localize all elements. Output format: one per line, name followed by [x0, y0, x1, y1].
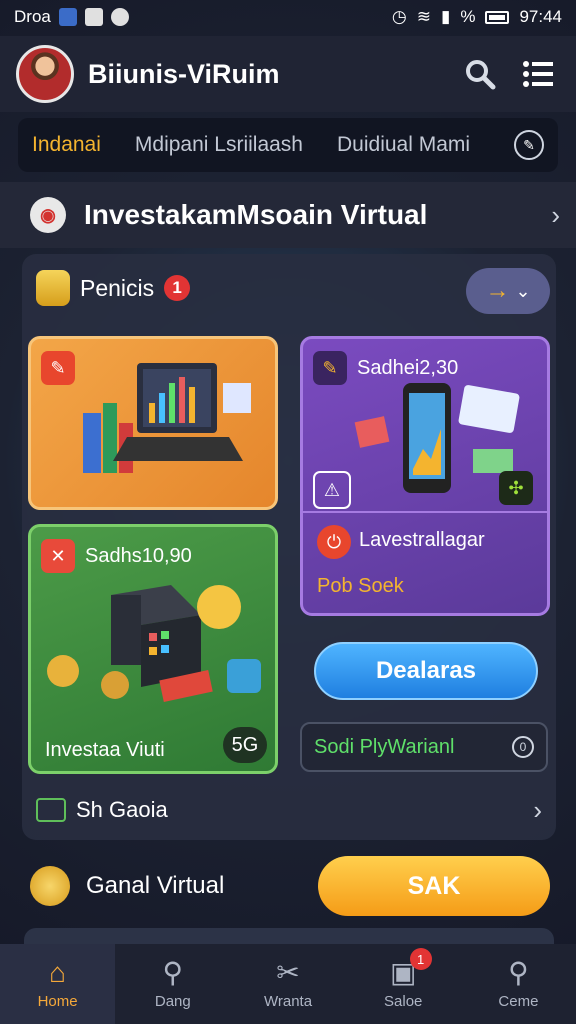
panel-footer-label: Sh Gaoia: [76, 797, 168, 822]
chevron-right-icon[interactable]: ›: [533, 795, 542, 826]
edit-icon[interactable]: ✎: [514, 130, 544, 160]
nav-label: Ceme: [498, 992, 539, 1010]
section-title: InvestakamMsoain Virtual: [84, 199, 428, 230]
search-icon[interactable]: [458, 52, 502, 96]
search-icon: ⚲: [508, 956, 529, 988]
nav-label: Saloe: [384, 992, 423, 1010]
signal-icon: ▮: [440, 7, 451, 26]
info-icon[interactable]: 0: [512, 736, 534, 758]
nav-item-saloe[interactable]: ▣ 1 Saloe: [346, 944, 461, 1024]
status-field[interactable]: Sodi PlyWarianl 0: [300, 722, 548, 772]
nav-label: Home: [37, 992, 78, 1010]
expand-button[interactable]: → ⌄: [466, 268, 550, 314]
home-icon: ⌂: [49, 956, 67, 988]
tab-bar: Indanai Mdipani Lsriilaash Duidiual Mami…: [18, 118, 558, 172]
app-title: Biiunis-ViRuim: [88, 58, 280, 89]
tab-indanai[interactable]: Indanai: [32, 133, 101, 157]
coins-icon: [36, 270, 70, 306]
laptop-chart-illustration: [83, 363, 251, 473]
nav-item-wranta[interactable]: ✂ Wranta: [230, 944, 345, 1024]
deals-button[interactable]: Dealaras: [314, 642, 538, 700]
card-mobile-label: Sadhei2,30: [357, 357, 459, 379]
power-icon: ⏻: [317, 525, 351, 559]
panel-header: Penicis 1: [36, 270, 191, 306]
promo-title: Ganal Virtual: [86, 872, 225, 899]
status-carrier-text: Droa: [14, 7, 51, 26]
card-investment-caption: Investaa Viuti: [45, 739, 165, 761]
nav-item-dang[interactable]: ⚲ Dang: [115, 944, 230, 1024]
nav-item-home[interactable]: ⌂ Home: [0, 944, 116, 1024]
close-icon: ✕: [41, 539, 75, 573]
wifi-icon: ≋: [416, 7, 431, 26]
pencil-icon: ✎: [313, 351, 347, 385]
status-bar: Droa ◷ ≋ ▮ % 97:44: [0, 0, 576, 34]
card-investment-tag: 5G: [223, 727, 267, 763]
card-investment[interactable]: ✕ Sadhs10,90 Investaa Viuti 5G: [28, 524, 278, 774]
tab-mdipani[interactable]: Mdipani Lsriilaash: [135, 133, 303, 157]
ask-button[interactable]: SAK: [318, 856, 550, 916]
tools-icon: ✂: [276, 956, 300, 988]
nav-item-ceme[interactable]: ⚲ Ceme: [461, 944, 576, 1024]
status-field-text: Sodi PlyWarianl: [314, 735, 455, 758]
card-divider: [303, 511, 547, 513]
card-analytics[interactable]: ✎: [28, 336, 278, 510]
section-header[interactable]: ◉ InvestakamMsoain Virtual ›: [0, 182, 576, 248]
chevron-down-icon: ⌄: [515, 280, 531, 301]
warning-icon: ⚠: [313, 471, 351, 509]
tab-duidiual[interactable]: Duidiual Mami: [337, 133, 470, 157]
arrow-right-icon: →: [485, 277, 510, 304]
puzzle-icon: ✣: [499, 471, 533, 505]
nav-badge: 1: [409, 948, 432, 970]
folder-icon: [36, 798, 66, 822]
search-icon: ⚲: [162, 956, 184, 988]
nav-label: Dang: [154, 992, 191, 1010]
battery-icon: [485, 10, 510, 24]
panel-footer[interactable]: Sh Gaoia ›: [36, 792, 542, 828]
card-mobile[interactable]: ✎ Sadhei2,30 ⚠ ✣ ⏻ Lavestrallagar Pob So…: [300, 336, 550, 616]
battery-percent: %: [460, 7, 476, 26]
card-mobile-subtitle: Lavestrallagar: [359, 529, 485, 551]
nav-label: Wranta: [263, 992, 313, 1010]
notification-badge: 1: [164, 275, 191, 301]
pencil-icon: ✎: [41, 351, 75, 385]
bottom-nav: ⌂ Home ⚲ Dang ✂ Wranta ▣ 1 Saloe ⚲ Ceme: [0, 944, 576, 1024]
card-investment-label: Sadhs10,90: [85, 545, 192, 567]
status-time: 97:44: [519, 7, 562, 26]
photo-icon: [58, 8, 77, 26]
app-icon: [110, 8, 129, 26]
brand-logo-icon: ◉: [30, 197, 66, 233]
chevron-right-icon[interactable]: ›: [551, 200, 560, 231]
card-mobile-sublabel: Pob Soek: [317, 575, 404, 597]
coin-icon: [30, 866, 70, 906]
alarm-icon: ◷: [391, 7, 407, 26]
main-panel: Penicis 1 → ⌄ ✎ ✎ Sadhei2,30 ⚠ ✣ ⏻ Laves…: [22, 254, 556, 840]
panel-title: Penicis: [80, 274, 155, 301]
mail-icon: [84, 8, 103, 26]
crypto-box-illustration: [47, 585, 261, 702]
promo-row: Ganal Virtual SAK: [30, 856, 550, 916]
avatar[interactable]: [16, 45, 74, 103]
menu-icon[interactable]: [516, 52, 560, 96]
app-bar: Biiunis-ViRuim: [0, 36, 576, 112]
